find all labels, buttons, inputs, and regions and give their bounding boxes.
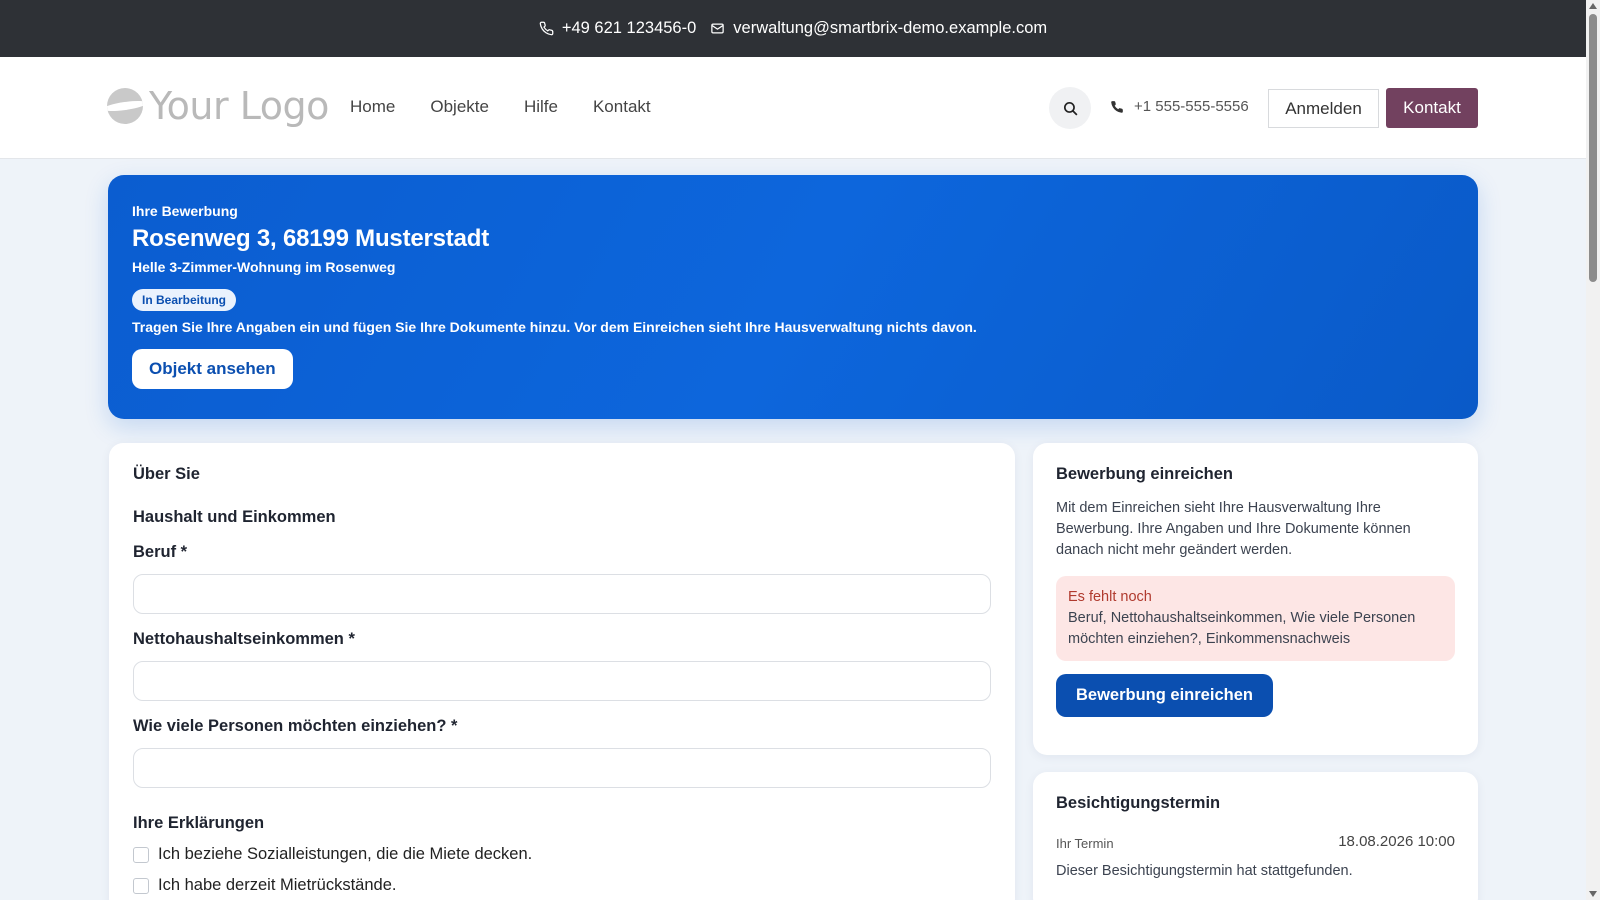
submit-card-text: Mit dem Einreichen sieht Ihre Hausverwal… xyxy=(1056,500,1411,558)
checkbox-box[interactable] xyxy=(133,877,149,894)
hero-note: Tragen Sie Ihre Angaben ein und fügen Si… xyxy=(132,319,977,335)
appointment-datetime: 18.08.2026 10:00 xyxy=(1338,833,1455,850)
logo-mark-icon xyxy=(107,88,143,124)
nav-phone[interactable]: +1 555-555-5556 xyxy=(1110,98,1249,115)
logo-text: Your Logo xyxy=(149,84,329,128)
search-icon xyxy=(1063,101,1077,115)
phone-icon xyxy=(539,21,554,36)
phone-icon xyxy=(1111,100,1123,113)
status-badge: In Bearbeitung xyxy=(132,289,237,311)
hero-subtitle: Helle 3-Zimmer-Wohnung im Rosenweg xyxy=(132,259,396,275)
social-benefits-checkbox[interactable]: Ich beziehe Sozialleistungen, die die Mi… xyxy=(133,845,991,864)
occupation-input[interactable] xyxy=(133,574,991,614)
contact-button[interactable]: Kontakt xyxy=(1386,88,1478,128)
checkbox-box[interactable] xyxy=(133,846,149,863)
about-you-card: Über Sie Haushalt und Einkommen Beruf * … xyxy=(109,443,1015,900)
missing-title: Es fehlt noch xyxy=(1068,589,1152,605)
appointment-label: Ihr Termin xyxy=(1056,836,1114,851)
search-button[interactable] xyxy=(1049,87,1091,129)
scroll-down-icon[interactable] xyxy=(1589,891,1597,897)
hero-eyebrow: Ihre Bewerbung xyxy=(132,203,238,219)
appointment-row: Ihr Termin 18.08.2026 10:00 xyxy=(1056,833,1455,851)
viewing-appointment-card: Besichtigungstermin Ihr Termin 18.08.202… xyxy=(1033,772,1478,900)
net-income-input[interactable] xyxy=(133,661,991,701)
submit-card-title: Bewerbung einreichen xyxy=(1056,465,1233,483)
main-menu: Home Objekte Hilfe Kontakt xyxy=(350,97,651,117)
contact-topbar: +49 621 123456-0 verwaltung@smartbrix-de… xyxy=(0,0,1586,57)
menu-item-home[interactable]: Home xyxy=(350,97,395,117)
menu-item-hilfe[interactable]: Hilfe xyxy=(524,97,558,117)
missing-items-alert: Es fehlt noch Beruf, Nettohaushaltseinko… xyxy=(1056,576,1455,661)
logo[interactable]: Your Logo xyxy=(107,84,329,128)
occupation-label: Beruf * xyxy=(133,543,188,561)
submit-application-button[interactable]: Bewerbung einreichen xyxy=(1056,674,1273,717)
submit-application-card: Bewerbung einreichen Mit dem Einreichen … xyxy=(1033,443,1478,755)
missing-list: Beruf, Nettohaushaltseinkommen, Wie viel… xyxy=(1068,610,1416,647)
persons-input[interactable] xyxy=(133,748,991,788)
checkbox-label: Ich habe derzeit Mietrückstände. xyxy=(158,876,397,894)
topbar-email-text: verwaltung@smartbrix-demo.example.com xyxy=(733,19,1048,37)
appointment-title: Besichtigungstermin xyxy=(1056,794,1221,812)
declarations: Ihre Erklärungen Ich beziehe Sozialleist… xyxy=(133,814,991,895)
scroll-up-icon[interactable] xyxy=(1589,3,1597,9)
menu-item-objekte[interactable]: Objekte xyxy=(430,97,489,117)
application-hero: Ihre Bewerbung Rosenweg 3, 68199 Musters… xyxy=(108,175,1478,419)
topbar-phone-text: +49 621 123456-0 xyxy=(561,19,697,37)
net-income-label: Nettohaushaltseinkommen * xyxy=(133,630,355,648)
persons-label: Wie viele Personen möchten einziehen? * xyxy=(133,717,458,735)
topbar-phone[interactable]: +49 621 123456-0 xyxy=(539,19,696,38)
declarations-title: Ihre Erklärungen xyxy=(133,814,265,832)
page-scrollbar[interactable] xyxy=(1586,0,1600,900)
checkbox-label: Ich beziehe Sozialleistungen, die die Mi… xyxy=(158,845,533,863)
appointment-note: Dieser Besichtigungstermin hat stattgefu… xyxy=(1056,863,1353,879)
nav-phone-text: +1 555-555-5556 xyxy=(1134,98,1249,115)
view-object-button[interactable]: Objekt ansehen xyxy=(132,349,293,389)
topbar-email[interactable]: verwaltung@smartbrix-demo.example.com xyxy=(710,19,1047,38)
rent-arrears-checkbox[interactable]: Ich habe derzeit Mietrückstände. xyxy=(133,876,991,895)
section-title: Über Sie xyxy=(133,465,200,483)
scrollbar-thumb[interactable] xyxy=(1589,14,1597,282)
hero-title: Rosenweg 3, 68199 Musterstadt xyxy=(132,225,490,252)
main-navbar: Your Logo Home Objekte Hilfe Kontakt +1 … xyxy=(0,57,1586,159)
menu-item-kontakt[interactable]: Kontakt xyxy=(593,97,651,117)
mail-icon xyxy=(711,23,725,34)
login-button[interactable]: Anmelden xyxy=(1268,89,1379,128)
subsection-title: Haushalt und Einkommen xyxy=(133,508,336,526)
